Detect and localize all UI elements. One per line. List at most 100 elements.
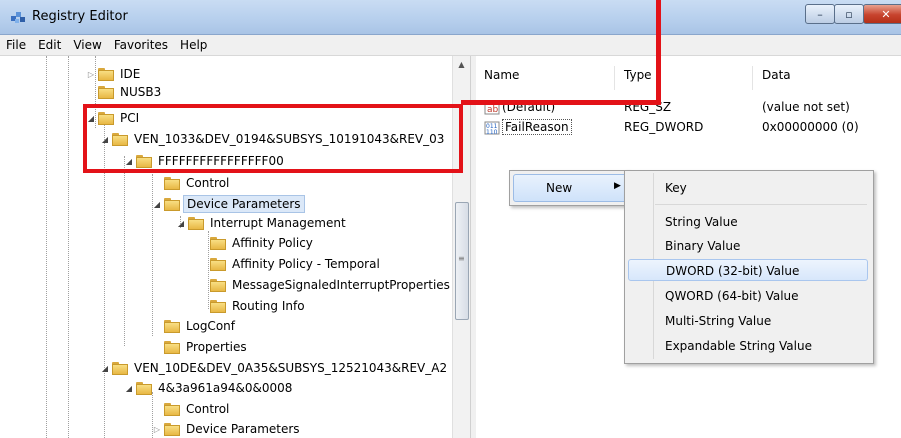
submenu-item-dword-value[interactable]: DWORD (32-bit) Value [628, 259, 868, 281]
tree-node-label: Affinity Policy [232, 236, 313, 250]
menu-separator [655, 204, 867, 205]
annotation-line [656, 0, 661, 104]
scroll-up-icon[interactable]: ▲ [453, 56, 470, 73]
value-data: 0x00000000 (0) [762, 120, 859, 134]
tree-node-affinity-policy-temporal[interactable]: Affinity Policy - Temporal [210, 254, 383, 274]
tree-node-control[interactable]: Control [164, 173, 232, 193]
submenu-item-binary-value[interactable]: Binary Value [628, 235, 868, 257]
minimize-button[interactable]: – [805, 4, 835, 24]
folder-icon [98, 85, 114, 99]
folder-icon [164, 176, 180, 190]
maximize-button[interactable]: ▫ [834, 4, 864, 24]
tree-node-control-2[interactable]: Control [164, 399, 232, 419]
folder-icon [210, 236, 226, 250]
svg-text:110: 110 [486, 129, 498, 135]
annotation-highlight-box [83, 104, 463, 173]
value-data: (value not set) [762, 100, 850, 114]
tree-node-label: MessageSignaledInterruptProperties [232, 278, 450, 292]
column-header-data[interactable]: Data [762, 68, 791, 88]
value-row[interactable]: 011 110 FailReason [484, 119, 572, 138]
tree-node-interrupt-management[interactable]: ◢ Interrupt Management [176, 213, 349, 233]
collapse-icon[interactable]: ◢ [152, 200, 162, 209]
tree-node-label: NUSB3 [120, 85, 162, 99]
tree-guide-line [124, 156, 125, 346]
tree-node-affinity-policy[interactable]: Affinity Policy [210, 233, 316, 253]
title-bar: Registry Editor – ▫ ✕ [0, 0, 901, 35]
tree-node-4-3a961a94[interactable]: ◢ 4&3a961a94&0&0008 [124, 378, 295, 398]
collapse-icon[interactable]: ◢ [100, 364, 110, 373]
tree-node-device-parameters[interactable]: ◢ Device Parameters [152, 194, 305, 214]
folder-icon [136, 381, 152, 395]
expand-icon[interactable]: ▷ [152, 425, 162, 434]
tree-node-label: 4&3a961a94&0&0008 [158, 381, 293, 395]
close-button[interactable]: ✕ [863, 4, 901, 24]
tree-guide-line [46, 56, 47, 438]
tree-node-label: Control [186, 176, 230, 190]
menu-item-label: DWORD (32-bit) Value [666, 264, 800, 278]
folder-icon [210, 299, 226, 313]
column-divider[interactable] [752, 66, 753, 90]
value-name: FailReason [502, 119, 572, 135]
dword-value-icon: 011 110 [484, 121, 500, 135]
menu-help[interactable]: Help [174, 38, 213, 52]
tree-node-label: Device Parameters [186, 422, 300, 436]
folder-icon [164, 319, 180, 333]
column-header-type[interactable]: Type [624, 68, 652, 88]
tree-node-ide[interactable]: ▷ IDE [86, 64, 143, 84]
menu-item-label: QWORD (64-bit) Value [665, 289, 799, 303]
expand-icon[interactable]: ▷ [86, 70, 96, 79]
menu-item-label: String Value [665, 215, 738, 229]
menu-item-label: New [546, 181, 573, 195]
submenu-item-string-value[interactable]: String Value [628, 211, 868, 233]
menu-view[interactable]: View [67, 38, 107, 52]
window-title: Registry Editor [32, 9, 128, 24]
tree-node-routing-info[interactable]: Routing Info [210, 296, 308, 316]
window-controls: – ▫ ✕ [805, 4, 901, 24]
tree-guide-line [208, 231, 209, 309]
tree-node-nusb3[interactable]: NUSB3 [98, 82, 164, 102]
submenu-item-qword-value[interactable]: QWORD (64-bit) Value [628, 285, 868, 307]
menu-item-label: Expandable String Value [665, 339, 812, 353]
tree-node-msi-properties[interactable]: MessageSignaledInterruptProperties [210, 275, 452, 295]
tree-node-label: Device Parameters [183, 195, 305, 213]
column-header-name[interactable]: Name [484, 68, 519, 88]
tree-node-label: VEN_10DE&DEV_0A35&SUBSYS_12521043&REV_A2 [134, 361, 448, 375]
menu-item-label: Key [665, 181, 687, 195]
context-menu: New ▶ [509, 170, 629, 206]
tree-node-device-parameters-2[interactable]: ▷ Device Parameters [152, 419, 303, 438]
menu-bar: File Edit View Favorites Help [0, 35, 901, 56]
registry-editor-icon [11, 12, 25, 23]
submenu-item-multi-string-value[interactable]: Multi-String Value [628, 310, 868, 332]
tree-node-label: Routing Info [232, 299, 305, 313]
menu-item-label: Multi-String Value [665, 314, 772, 328]
folder-icon [188, 216, 204, 230]
submenu-item-key[interactable]: Key [628, 177, 868, 199]
menu-item-new[interactable]: New ▶ [513, 174, 627, 202]
folder-icon [164, 197, 180, 211]
folder-icon [210, 278, 226, 292]
svg-text:ab: ab [487, 105, 499, 115]
folder-icon [112, 361, 128, 375]
tree-node-label: IDE [120, 67, 141, 81]
new-submenu: Key String Value Binary Value DWORD (32-… [624, 170, 874, 364]
submenu-item-expandable-string-value[interactable]: Expandable String Value [628, 335, 868, 357]
tree-node-properties[interactable]: Properties [164, 337, 250, 357]
collapse-icon[interactable]: ◢ [176, 219, 186, 228]
menu-file[interactable]: File [0, 38, 32, 52]
submenu-arrow-icon: ▶ [614, 181, 621, 191]
collapse-icon[interactable]: ◢ [124, 384, 134, 393]
folder-icon [164, 402, 180, 416]
tree-node-ven-10de[interactable]: ◢ VEN_10DE&DEV_0A35&SUBSYS_12521043&REV_… [100, 358, 450, 378]
folder-icon [164, 340, 180, 354]
annotation-line [461, 100, 661, 105]
tree-node-label: Control [186, 402, 230, 416]
column-divider[interactable] [614, 66, 615, 90]
tree-node-label: LogConf [186, 319, 235, 333]
folder-icon [98, 67, 114, 81]
menu-item-label: Binary Value [665, 239, 741, 253]
menu-favorites[interactable]: Favorites [108, 38, 174, 52]
tree-node-logconf[interactable]: LogConf [164, 316, 238, 336]
menu-edit[interactable]: Edit [32, 38, 67, 52]
scroll-grip-icon: ≡ [458, 254, 465, 263]
value-type: REG_DWORD [624, 120, 704, 134]
